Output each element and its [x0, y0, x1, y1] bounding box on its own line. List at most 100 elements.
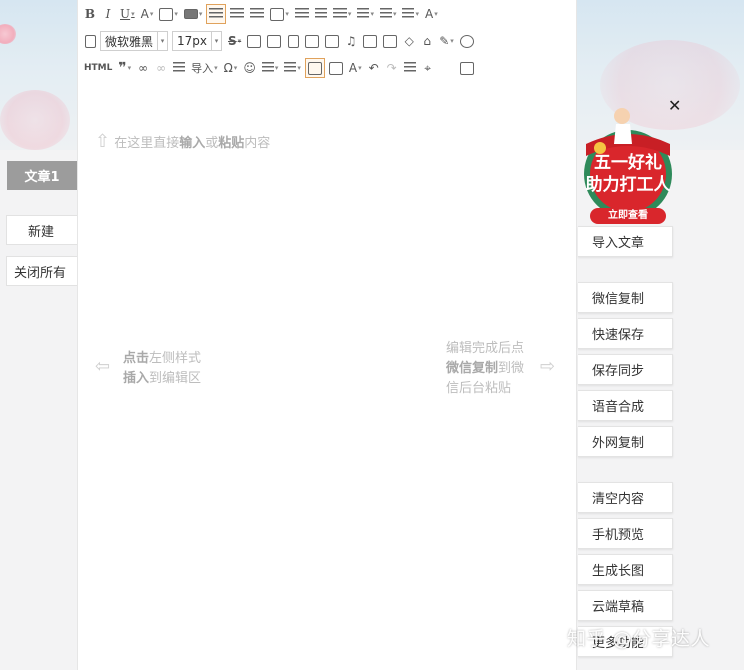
letter-spacing-icon[interactable]: A ▾ [423, 4, 440, 24]
insert-right-icon[interactable] [327, 58, 345, 78]
table-grid-icon[interactable] [265, 31, 283, 51]
indent-icon[interactable]: ▾ [331, 4, 354, 24]
left-hint-line-1: 点击左侧样式 [123, 349, 201, 369]
align-left-icon[interactable] [206, 4, 227, 24]
hint-top-b: 输入 [179, 136, 206, 151]
wechat-copy-button[interactable]: 微信复制 [578, 282, 673, 313]
image-float-icon[interactable]: ▾ [268, 4, 291, 24]
quote-icon[interactable]: ❞ ▾ [116, 58, 133, 78]
close-all-button[interactable]: 关闭所有 [6, 256, 78, 286]
format-brush-icon[interactable]: ⌂ [419, 31, 435, 51]
promo-title: 五一好礼 助力打工人 [578, 152, 678, 196]
hint-top-c: 或 [205, 136, 219, 151]
right-copy-hint: 编辑完成后点 微信复制到微 信后台粘贴 ⇨ [446, 339, 555, 399]
left-hint-2a: 插入 [123, 371, 150, 386]
tab-article-1[interactable]: 文章1 [7, 161, 77, 190]
promo-line-1: 五一好礼 [594, 153, 662, 173]
left-hint-line-2: 插入到编辑区 [123, 369, 201, 389]
font-size-select[interactable]: 17px ▾ [172, 31, 223, 51]
italic-icon[interactable]: I [100, 4, 116, 24]
horizontal-rule-icon[interactable] [171, 58, 187, 78]
ordered-list-menu-icon[interactable]: ▾ [260, 58, 281, 78]
link-icon[interactable]: ∞ [135, 58, 151, 78]
align-center-icon[interactable] [228, 4, 246, 24]
toolbar-row-1: B I U ▾ A ▾ ▾ ▾ ▾ ▾ ▾ ▾ ▾ A ▾ [78, 1, 578, 27]
hint-top-e: 内容 [244, 136, 271, 151]
align-right-icon[interactable] [248, 4, 266, 24]
close-all-label: 关闭所有 [14, 265, 67, 281]
arrow-up-icon: ⇧ [95, 131, 111, 152]
emoji-icon[interactable]: ☺ [241, 58, 258, 78]
insert-menu[interactable]: 导入 ▾ [189, 58, 220, 78]
editor-placeholder-hint: ⇧ 在这里直接输入或粘贴内容 [95, 132, 270, 154]
unlink-icon[interactable]: ∞ [153, 58, 169, 78]
external-copy-button[interactable]: 外网复制 [578, 426, 673, 457]
html-source-button[interactable]: HTML [82, 58, 114, 78]
bold-icon[interactable]: B [82, 4, 98, 24]
mobile-preview-button[interactable]: 手机预览 [578, 518, 673, 549]
redo-icon[interactable]: ↷ [384, 58, 400, 78]
insert-label: 导入 [191, 62, 214, 75]
map-icon[interactable]: ⌖ [420, 58, 436, 78]
search-replace-icon[interactable] [458, 31, 476, 51]
magic-wand-icon[interactable]: ✎ ▾ [437, 31, 456, 51]
font-family-select[interactable]: 微软雅黑 ▾ [100, 31, 169, 51]
new-article-button[interactable]: 新建 [6, 215, 78, 245]
underline-icon[interactable]: U ▾ [118, 4, 137, 24]
editor-area[interactable]: B I U ▾ A ▾ ▾ ▾ ▾ ▾ ▾ ▾ ▾ A ▾ 微软雅黑 ▾ 17px ▾ S… [77, 0, 577, 670]
quick-save-button[interactable]: 快速保存 [578, 318, 673, 349]
special-char-icon[interactable]: Ω ▾ [222, 58, 240, 78]
insert-left-icon[interactable] [304, 58, 325, 78]
image-icon[interactable] [303, 31, 321, 51]
hint-top-d: 粘贴 [218, 136, 245, 151]
line-height-icon[interactable]: ▾ [400, 4, 421, 24]
cloud-draft-button[interactable]: 云端草稿 [578, 590, 673, 621]
table-icon[interactable] [245, 31, 263, 51]
font-color-icon[interactable]: A ▾ [139, 4, 156, 24]
multi-image-icon[interactable] [323, 31, 341, 51]
right-hint-2a: 微信复制 [446, 361, 499, 376]
blossom-decoration [0, 90, 70, 150]
left-hint-1b: 左侧样式 [149, 351, 202, 366]
unordered-list-menu-icon[interactable]: ▾ [282, 58, 303, 78]
left-style-hint: ⇦ 点击左侧样式 插入到编辑区 [95, 349, 201, 389]
page-icon[interactable] [82, 31, 98, 51]
fullscreen-icon[interactable] [458, 58, 476, 78]
text-direction-icon[interactable]: A ▾ [347, 58, 364, 78]
music-icon[interactable]: ♫ [343, 31, 359, 51]
promo-cta: 立即查看 [608, 210, 648, 221]
strikethrough-icon[interactable]: S ▾ [226, 31, 243, 51]
text-border-icon[interactable]: ▾ [182, 4, 205, 24]
toolbar-row-3: HTML ❞ ▾ ∞ ∞ 导入 ▾ Ω ▾ ☺ ▾ ▾ A ▾ ↶ ↷ ⌖ [78, 55, 578, 81]
arrow-right-icon: ⇨ [540, 356, 556, 377]
generate-long-image-button[interactable]: 生成长图 [578, 554, 673, 585]
font-family-value: 微软雅黑 [105, 34, 154, 49]
eraser-icon[interactable]: ◇ [401, 31, 417, 51]
save-sync-button[interactable]: 保存同步 [578, 354, 673, 385]
new-article-label: 新建 [28, 224, 55, 240]
video-icon[interactable] [361, 31, 379, 51]
promo-line-2: 助力打工人 [585, 175, 671, 195]
justify-icon[interactable] [293, 4, 311, 24]
background-color-icon[interactable]: ▾ [157, 4, 180, 24]
left-hint-1a: 点击 [123, 351, 150, 366]
left-hint-2b: 到编辑区 [149, 371, 202, 386]
paragraph-spacing-icon[interactable]: ▾ [355, 4, 376, 24]
undo-icon[interactable]: ↶ [366, 58, 382, 78]
promo-banner[interactable]: 五一好礼 助力打工人 立即查看 [578, 104, 678, 226]
import-article-button[interactable]: 导入文章 [578, 226, 673, 257]
clear-content-button[interactable]: 清空内容 [578, 482, 673, 513]
toolbar-row-2: 微软雅黑 ▾ 17px ▾ S ▾ ♫ ◇ ⌂ ✎ ▾ [78, 28, 578, 54]
hint-top-a: 在这里直接 [114, 136, 180, 151]
right-hint-line-2: 微信复制到微 [446, 359, 524, 379]
document-icon[interactable] [285, 31, 301, 51]
right-hint-line-1: 编辑完成后点 [446, 341, 525, 356]
print-icon[interactable] [381, 31, 399, 51]
checklist-icon[interactable] [402, 58, 418, 78]
arrow-left-icon: ⇦ [95, 356, 111, 377]
font-size-value: 17px [177, 34, 208, 48]
ordered-list-icon[interactable] [313, 4, 329, 24]
paragraph-after-icon[interactable]: ▾ [378, 4, 399, 24]
voice-synthesis-button[interactable]: 语音合成 [578, 390, 673, 421]
watermark: 知乎 @分享达人 [567, 628, 711, 650]
